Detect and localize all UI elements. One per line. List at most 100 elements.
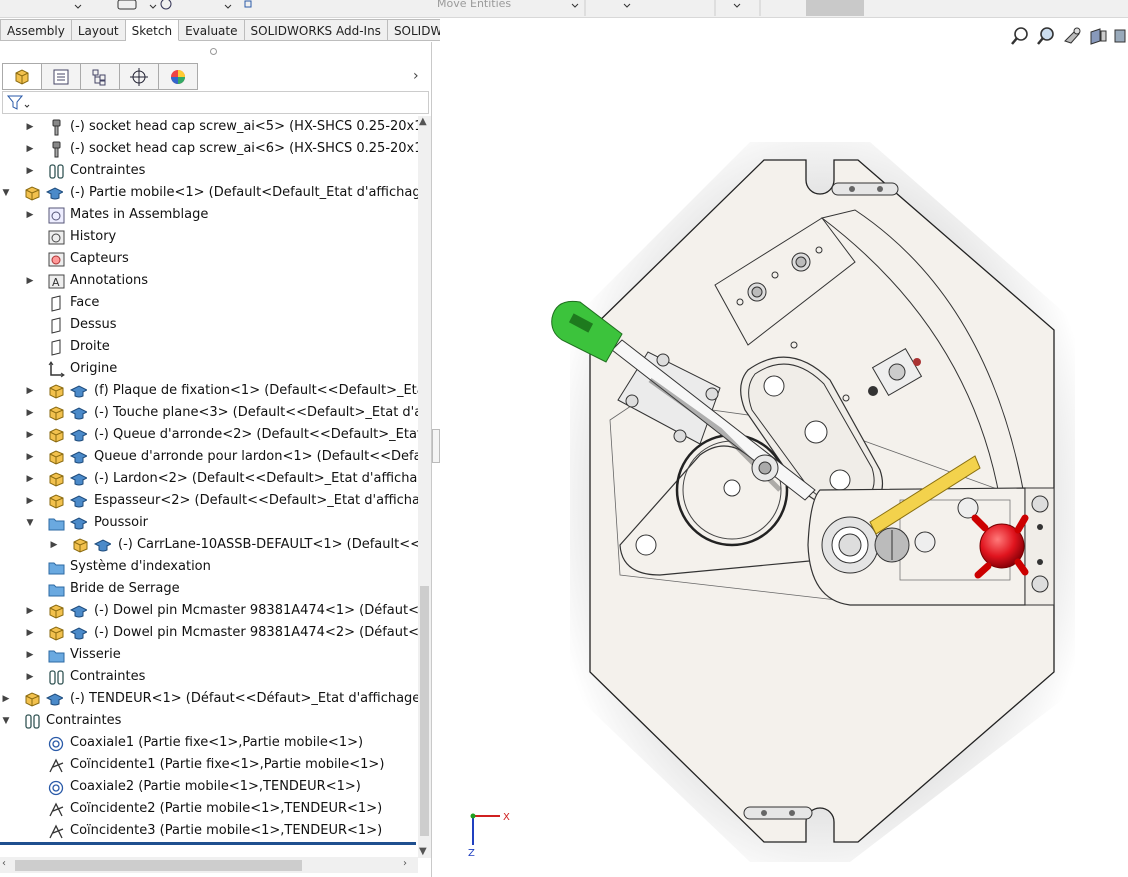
heads-up-view-toolbar: [1010, 26, 1126, 46]
collapsed-arrow-icon[interactable]: ▶: [24, 204, 36, 226]
scroll-right-icon[interactable]: ›: [403, 858, 407, 869]
tree-node[interactable]: ▶ Contraintes: [0, 160, 418, 182]
top-handle-bar[interactable]: [831, 182, 899, 196]
tree-node[interactable]: Droite: [0, 336, 418, 358]
feature-manager-tab[interactable]: [2, 63, 42, 90]
section-view-icon[interactable]: [1088, 26, 1108, 46]
tree-node[interactable]: ▶ Espasseur<2> (Default<<Default>_Etat d'…: [0, 490, 418, 512]
tree-node[interactable]: ▶ (-) Dowel pin Mcmaster 98381A474<2> (Dé…: [0, 622, 418, 644]
collapsed-arrow-icon[interactable]: ▶: [24, 666, 36, 688]
previous-view-icon[interactable]: [1062, 26, 1082, 46]
expanded-arrow-icon[interactable]: ▼: [0, 182, 12, 204]
tree-node[interactable]: Capteurs: [0, 248, 418, 270]
zoom-to-fit-icon[interactable]: [1010, 26, 1030, 46]
assembly-icon: [24, 691, 41, 708]
tree-node-label: (-) Touche plane<3> (Default<<Default>_E…: [94, 405, 418, 420]
collapsed-arrow-icon[interactable]: ▶: [24, 380, 36, 402]
collapsed-arrow-icon[interactable]: ▶: [24, 160, 36, 182]
plane-icon: [48, 295, 65, 312]
tree-vertical-scrollbar[interactable]: ▲ ▼: [418, 116, 431, 858]
tree-node[interactable]: ▶ (-) Touche plane<3> (Default<<Default>_…: [0, 402, 418, 424]
tree-node[interactable]: ▶ Mates in Assemblage: [0, 204, 418, 226]
collapsed-arrow-icon[interactable]: ▶: [24, 402, 36, 424]
view-orientation-icon[interactable]: [1114, 26, 1126, 46]
tree-node[interactable]: Coïncidente3 (Partie mobile<1>,TENDEUR<1…: [0, 820, 418, 842]
tree-horizontal-scrollbar[interactable]: ‹ ›: [0, 857, 418, 873]
rollback-bar[interactable]: [0, 842, 416, 845]
expanded-arrow-icon[interactable]: ▼: [0, 710, 12, 732]
scroll-down-icon[interactable]: ▼: [419, 846, 427, 857]
expanded-arrow-icon[interactable]: ▼: [24, 512, 36, 534]
tab-solidworks-add-ins[interactable]: SOLIDWORKS Add-Ins: [244, 19, 388, 41]
tree-node[interactable]: ▶ (-) CarrLane-10ASSB-DEFAULT<1> (Default…: [0, 534, 418, 556]
tab-evaluate[interactable]: Evaluate: [179, 19, 245, 41]
collapsed-arrow-icon[interactable]: ▶: [48, 534, 60, 556]
tree-node[interactable]: ▶ Visserie: [0, 644, 418, 666]
scroll-up-icon[interactable]: ▲: [419, 116, 427, 127]
bottom-handle-bar[interactable]: [743, 806, 813, 820]
display-manager-tab[interactable]: [158, 63, 198, 90]
filter-icon[interactable]: [6, 94, 32, 112]
tree-node-label: (-) socket head cap screw_ai<6> (HX-SHCS…: [70, 141, 418, 156]
tree-node[interactable]: ▼ (-) Partie mobile<1> (Default<Default_E…: [0, 182, 418, 204]
tree-node[interactable]: ▶ Contraintes: [0, 666, 418, 688]
tab-layout[interactable]: Layout: [71, 19, 126, 41]
panel-splitter-handle[interactable]: [432, 429, 440, 463]
tree-node[interactable]: Origine: [0, 358, 418, 380]
tree-node[interactable]: ▶ (-) Dowel pin Mcmaster 98381A474<1> (Dé…: [0, 600, 418, 622]
tree-node[interactable]: History: [0, 226, 418, 248]
tree-node[interactable]: ▶ (-) Lardon<2> (Default<<Default>_Etat d…: [0, 468, 418, 490]
zoom-area-icon[interactable]: [1036, 26, 1056, 46]
configuration-manager-tab[interactable]: [80, 63, 120, 90]
dimxpert-manager-icon: [130, 67, 148, 86]
collapsed-arrow-icon[interactable]: ▶: [24, 490, 36, 512]
tree-node[interactable]: ▶ Queue d'arronde pour lardon<1> (Default…: [0, 446, 418, 468]
toolbar-highlight-button[interactable]: [806, 0, 864, 16]
tree-node[interactable]: ▶ (-) socket head cap screw_ai<5> (HX-SHC…: [0, 116, 418, 138]
panel-grip[interactable]: [210, 48, 217, 55]
collapsed-arrow-icon[interactable]: ▶: [24, 600, 36, 622]
tree-node-label: (-) Queue d'arronde<2> (Default<<Default…: [94, 427, 418, 442]
move-entities-button[interactable]: Move Entities: [437, 0, 511, 10]
tree-node[interactable]: ▼ Poussoir: [0, 512, 418, 534]
tree-node[interactable]: Dessus: [0, 314, 418, 336]
collapsed-arrow-icon[interactable]: ▶: [24, 270, 36, 292]
collapsed-arrow-icon[interactable]: ▶: [24, 622, 36, 644]
tree-node[interactable]: ▶ (-) TENDEUR<1> (Défaut<<Défaut>_Etat d'…: [0, 688, 418, 710]
chevron-right-icon[interactable]: ›: [413, 68, 419, 84]
concentric-icon: [48, 779, 65, 796]
tab-sketch[interactable]: Sketch: [125, 19, 180, 41]
collapsed-arrow-icon[interactable]: ▶: [24, 468, 36, 490]
scroll-left-icon[interactable]: ‹: [2, 858, 6, 869]
tree-node[interactable]: ▶ (-) socket head cap screw_ai<6> (HX-SHC…: [0, 138, 418, 160]
collapsed-arrow-icon[interactable]: ▶: [24, 644, 36, 666]
tree-node[interactable]: ▶ (f) Plaque de fixation<1> (Default<<Def…: [0, 380, 418, 402]
collapsed-arrow-icon[interactable]: ▶: [24, 138, 36, 160]
collapsed-arrow-icon[interactable]: ▶: [0, 688, 12, 710]
mates-folder-icon: [48, 207, 65, 224]
collapsed-arrow-icon[interactable]: ▶: [24, 446, 36, 468]
property-manager-tab[interactable]: [41, 63, 81, 90]
tree-node[interactable]: Bride de Serrage: [0, 578, 418, 600]
triad-z-label: Z: [468, 848, 475, 859]
tree-filter-bar[interactable]: [2, 91, 429, 114]
tab-assembly[interactable]: Assembly: [0, 19, 72, 41]
tree-node[interactable]: Système d'indexation: [0, 556, 418, 578]
tree-node[interactable]: Coaxiale2 (Partie mobile<1>,TENDEUR<1>): [0, 776, 418, 798]
tree-node[interactable]: ▶ (-) Queue d'arronde<2> (Default<<Defaul…: [0, 424, 418, 446]
tree-node[interactable]: ▼ Contraintes: [0, 710, 418, 732]
collapsed-arrow-icon[interactable]: ▶: [24, 116, 36, 138]
assembly-icon: [48, 625, 65, 642]
red-knob[interactable]: [971, 514, 1029, 579]
collapsed-arrow-icon[interactable]: ▶: [24, 424, 36, 446]
tree-node[interactable]: Coïncidente1 (Partie fixe<1>,Partie mobi…: [0, 754, 418, 776]
tree-node[interactable]: Coïncidente2 (Partie mobile<1>,TENDEUR<1…: [0, 798, 418, 820]
model-view[interactable]: X Z: [440, 19, 1128, 877]
tree-node[interactable]: ▶ A Annotations: [0, 270, 418, 292]
graphics-viewport[interactable]: X Z: [440, 19, 1128, 877]
tree-node[interactable]: Face: [0, 292, 418, 314]
dimxpert-manager-tab[interactable]: [119, 63, 159, 90]
h-scroll-thumb[interactable]: [15, 860, 302, 871]
tree-node[interactable]: Coaxiale1 (Partie fixe<1>,Partie mobile<…: [0, 732, 418, 754]
scroll-thumb[interactable]: [420, 586, 429, 836]
